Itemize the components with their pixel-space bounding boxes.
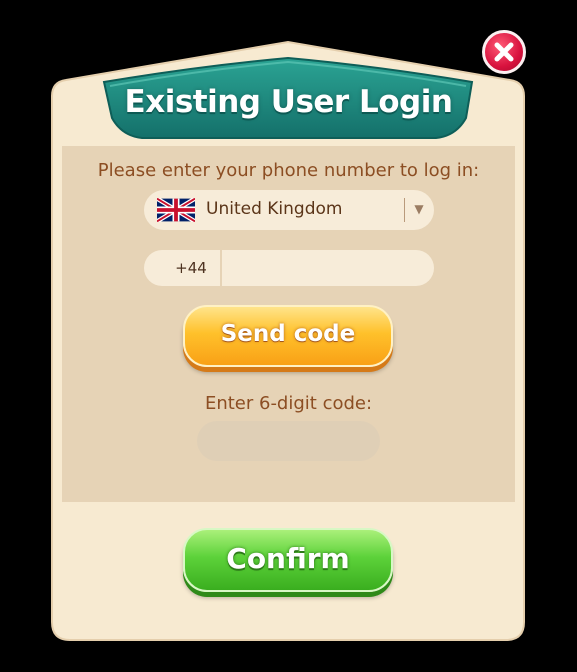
verification-code-input[interactable] — [197, 421, 380, 461]
dialog-title: Existing User Login — [124, 84, 453, 120]
login-dialog-screen: Existing User Login Please enter your ph… — [0, 0, 577, 672]
country-name: United Kingdom — [206, 199, 343, 219]
confirm-button[interactable]: Confirm — [183, 528, 393, 592]
send-code-button[interactable]: Send code — [183, 305, 393, 367]
code-label: Enter 6-digit code: — [204, 393, 373, 414]
select-divider — [404, 198, 405, 222]
close-button[interactable] — [482, 30, 526, 74]
uk-flag-icon — [157, 198, 195, 222]
phone-prefix: +44 — [144, 250, 220, 286]
phone-prompt-text: Please enter your phone number to log in… — [97, 160, 480, 181]
close-icon — [494, 42, 514, 62]
country-select[interactable]: United Kingdom ▼ — [144, 190, 434, 230]
phone-number-input[interactable] — [222, 250, 434, 286]
chevron-down-icon[interactable]: ▼ — [412, 202, 426, 216]
